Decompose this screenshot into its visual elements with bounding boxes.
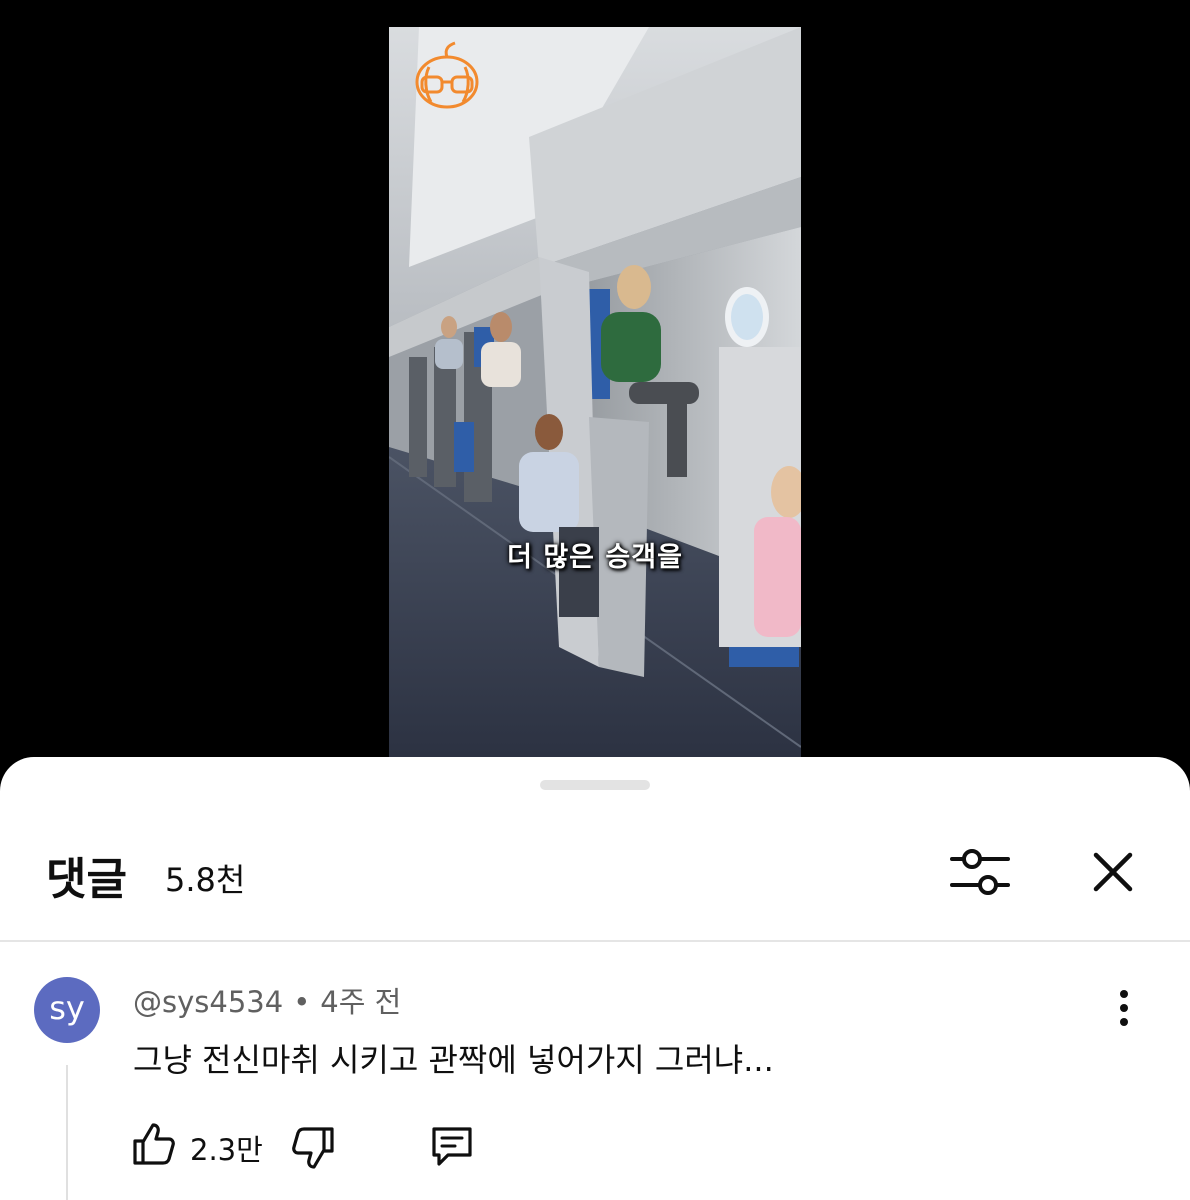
reply-icon: [432, 1127, 472, 1166]
comment-text: 그냥 전신마취 시키고 관짝에 넣어가지 그러냐...: [133, 1041, 774, 1079]
comment-author[interactable]: @sys4534: [133, 985, 283, 1019]
sliders-icon: [950, 849, 1010, 895]
thumbs-up-icon: [133, 1123, 175, 1165]
avatar[interactable]: sy: [34, 977, 100, 1043]
like-button[interactable]: [131, 1121, 177, 1167]
drag-handle[interactable]: [540, 780, 650, 790]
dislike-button[interactable]: [290, 1125, 336, 1171]
meta-separator: •: [293, 985, 311, 1019]
close-icon: [1093, 852, 1133, 892]
video-player[interactable]: 더 많은 승객을: [0, 0, 1190, 780]
close-button[interactable]: [1086, 845, 1140, 899]
comment-time: 4주 전: [320, 985, 402, 1019]
comments-title: 댓글: [46, 854, 127, 905]
header-divider: [0, 940, 1190, 942]
thumbs-down-icon: [292, 1127, 334, 1169]
thread-line: [66, 1065, 68, 1200]
video-thumbnail-airplane-cabin: [389, 27, 801, 757]
more-vertical-icon: [1120, 990, 1128, 1026]
comment-meta: @sys4534 • 4주 전: [133, 979, 401, 1021]
comments-count: 5.8천: [165, 861, 246, 899]
comment-more-button[interactable]: [1108, 987, 1140, 1029]
video-caption: 더 많은 승객을: [507, 542, 683, 573]
video-frame[interactable]: 더 많은 승객을: [389, 27, 801, 757]
filter-button[interactable]: [948, 845, 1012, 901]
comments-sheet: 댓글 5.8천 sy @sys4534 • 4주 전 그냥 전신마취 시키고 관짝에…: [0, 757, 1190, 1200]
like-count: 2.3만: [190, 1133, 263, 1167]
reply-button[interactable]: [428, 1123, 476, 1169]
